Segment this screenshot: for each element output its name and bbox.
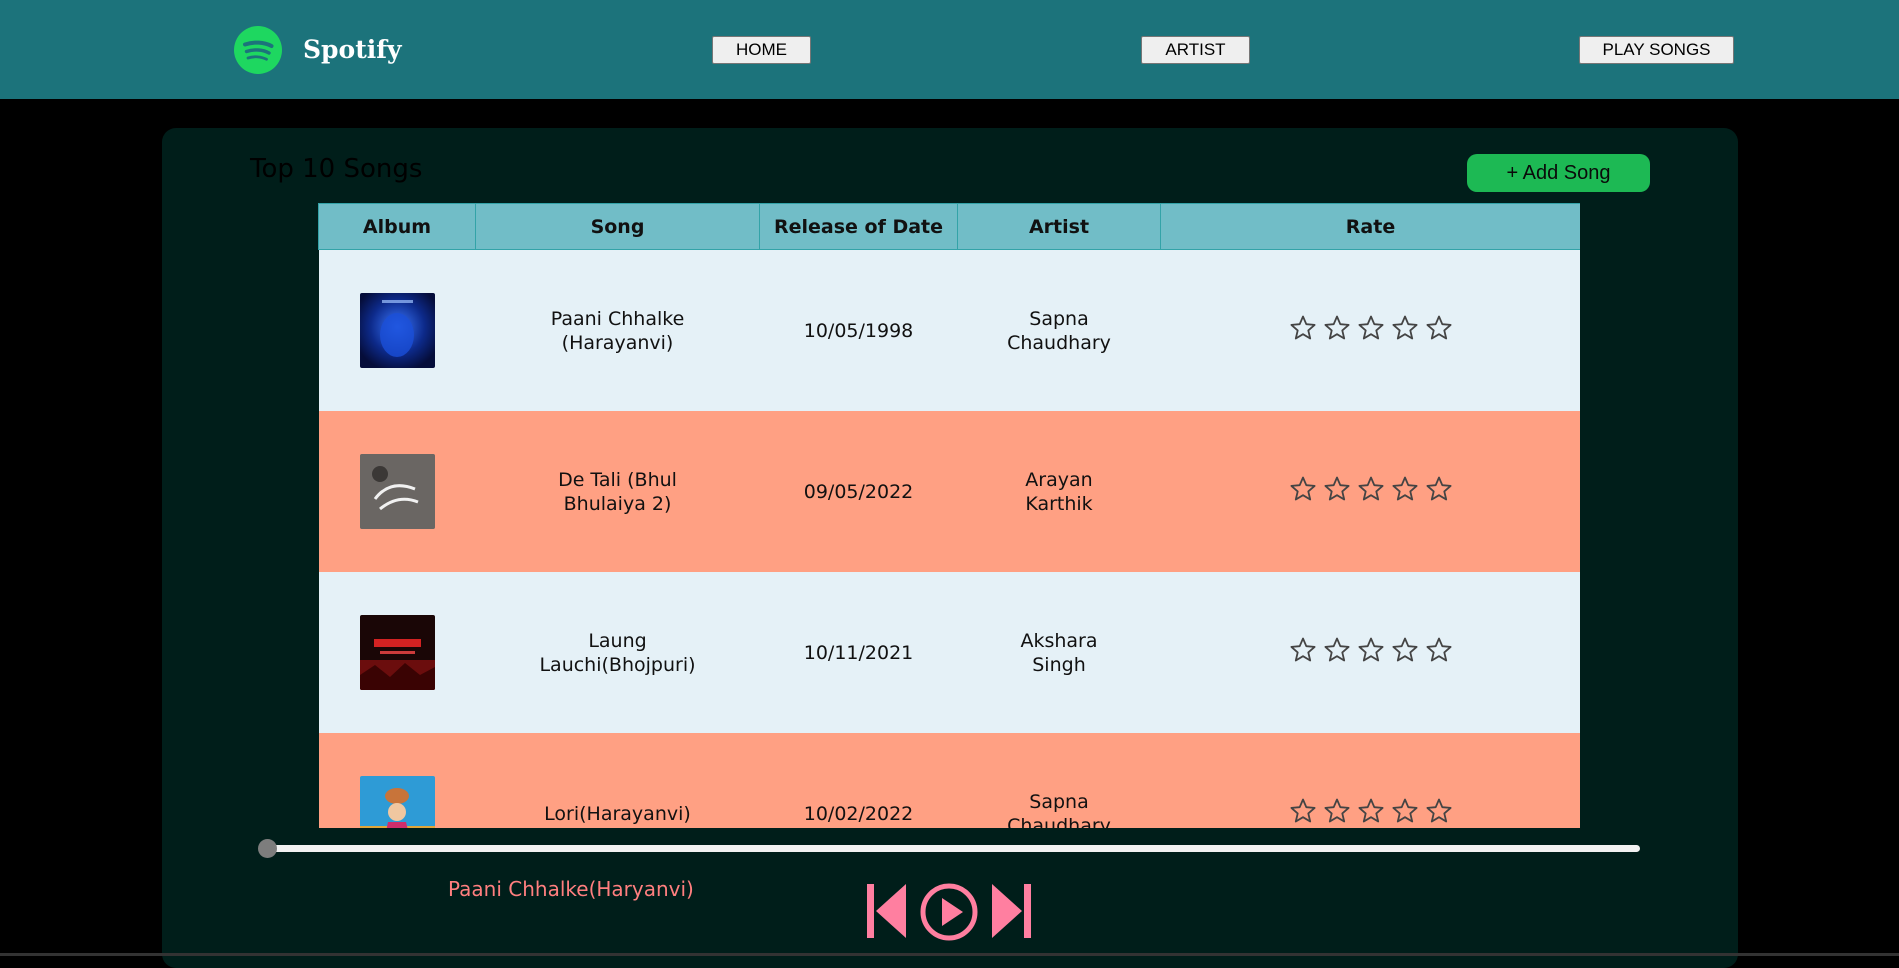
artist-cell: Akshara Singh bbox=[957, 572, 1161, 733]
star-outline-icon[interactable] bbox=[1357, 475, 1385, 503]
brand-name: Spotify bbox=[303, 35, 402, 64]
star-outline-icon[interactable] bbox=[1357, 314, 1385, 342]
table-header-row: Album Song Release of Date Artist Rate bbox=[318, 203, 1580, 250]
star-outline-icon[interactable] bbox=[1289, 475, 1317, 503]
star-outline-icon[interactable] bbox=[1425, 636, 1453, 664]
star-outline-icon[interactable] bbox=[1425, 314, 1453, 342]
table-row[interactable]: De Tali (Bhul Bhulaiya 2) 09/05/2022 Ara… bbox=[318, 411, 1580, 572]
songs-table-container[interactable]: Album Song Release of Date Artist Rate P… bbox=[318, 203, 1580, 828]
release-date-cell: 10/05/1998 bbox=[759, 249, 958, 411]
song-title-line2: Lauchi(Bhojpuri) bbox=[539, 653, 696, 676]
artist-name: Akshara bbox=[1020, 629, 1098, 652]
column-header-song: Song bbox=[475, 203, 760, 250]
column-header-artist: Artist bbox=[957, 203, 1161, 250]
song-title: De Tali (Bhul bbox=[558, 468, 677, 491]
song-cell: Paani Chhalke (Harayanvi) bbox=[475, 249, 760, 411]
rate-cell bbox=[1160, 572, 1580, 733]
album-cell bbox=[318, 249, 476, 411]
star-outline-icon[interactable] bbox=[1425, 475, 1453, 503]
artist-button[interactable]: ARTIST bbox=[1141, 36, 1250, 64]
page-title: Top 10 Songs bbox=[250, 154, 423, 184]
table-row[interactable]: Laung Lauchi(Bhojpuri) 10/11/2021 Akshar… bbox=[318, 572, 1580, 733]
artist-name: Arayan bbox=[1025, 468, 1093, 491]
column-header-release-date: Release of Date bbox=[759, 203, 958, 250]
rate-cell bbox=[1160, 733, 1580, 828]
artist-name: Sapna bbox=[1029, 307, 1089, 330]
star-outline-icon[interactable] bbox=[1425, 797, 1453, 825]
artist-cell: Sapna Chaudhary bbox=[957, 249, 1161, 411]
now-playing-title: Paani Chhalke(Haryanvi) bbox=[448, 877, 694, 901]
star-rating[interactable] bbox=[1289, 636, 1453, 664]
star-outline-icon[interactable] bbox=[1391, 475, 1419, 503]
skip-previous-icon[interactable] bbox=[866, 882, 908, 940]
star-outline-icon[interactable] bbox=[1357, 636, 1385, 664]
song-cell: Laung Lauchi(Bhojpuri) bbox=[475, 572, 760, 733]
song-title-line2: Bhulaiya 2) bbox=[563, 492, 672, 515]
play-songs-button[interactable]: PLAY SONGS bbox=[1579, 36, 1734, 64]
star-rating[interactable] bbox=[1289, 797, 1453, 825]
seek-bar[interactable] bbox=[266, 845, 1640, 852]
star-outline-icon[interactable] bbox=[1289, 314, 1317, 342]
album-cell bbox=[318, 572, 476, 733]
table-row[interactable]: Lori(Harayanvi) 10/02/2022 Sapna Chaudha… bbox=[318, 733, 1580, 829]
album-cover-image[interactable] bbox=[359, 615, 435, 690]
album-cell bbox=[318, 411, 476, 572]
play-circle-icon[interactable] bbox=[919, 882, 979, 942]
add-song-button[interactable]: + Add Song bbox=[1467, 154, 1650, 192]
song-title: Laung bbox=[588, 629, 647, 652]
top-navbar: Spotify HOME ARTIST PLAY SONGS bbox=[0, 0, 1899, 99]
home-button[interactable]: HOME bbox=[712, 36, 811, 64]
rate-cell bbox=[1160, 249, 1580, 411]
seek-bar-thumb[interactable] bbox=[258, 839, 277, 858]
column-header-rate: Rate bbox=[1160, 203, 1580, 250]
song-title-line2: (Harayanvi) bbox=[561, 331, 674, 354]
spotify-logo-icon[interactable] bbox=[234, 26, 282, 74]
songs-table: Album Song Release of Date Artist Rate P… bbox=[318, 203, 1580, 828]
star-outline-icon[interactable] bbox=[1391, 314, 1419, 342]
song-title: Lori(Harayanvi) bbox=[544, 802, 691, 825]
artist-name-line2: Karthik bbox=[1025, 492, 1093, 515]
artist-name: Sapna bbox=[1029, 790, 1089, 813]
column-header-album: Album bbox=[318, 203, 476, 250]
album-cover-image[interactable] bbox=[359, 776, 435, 828]
album-cell bbox=[318, 733, 476, 828]
star-outline-icon[interactable] bbox=[1357, 797, 1385, 825]
star-outline-icon[interactable] bbox=[1323, 797, 1351, 825]
star-outline-icon[interactable] bbox=[1323, 636, 1351, 664]
song-cell: De Tali (Bhul Bhulaiya 2) bbox=[475, 411, 760, 572]
album-cover-image[interactable] bbox=[359, 293, 435, 368]
table-row[interactable]: Paani Chhalke (Harayanvi) 10/05/1998 Sap… bbox=[318, 249, 1580, 411]
release-date-cell: 10/02/2022 bbox=[759, 733, 958, 828]
star-outline-icon[interactable] bbox=[1289, 636, 1317, 664]
star-rating[interactable] bbox=[1289, 475, 1453, 503]
skip-next-icon[interactable] bbox=[990, 882, 1032, 940]
rate-cell bbox=[1160, 411, 1580, 572]
star-outline-icon[interactable] bbox=[1323, 314, 1351, 342]
album-cover-image[interactable] bbox=[359, 454, 435, 529]
star-outline-icon[interactable] bbox=[1391, 636, 1419, 664]
star-outline-icon[interactable] bbox=[1323, 475, 1351, 503]
artist-cell: Sapna Chaudhary bbox=[957, 733, 1161, 829]
release-date-cell: 09/05/2022 bbox=[759, 411, 958, 572]
song-title: Paani Chhalke bbox=[550, 307, 685, 330]
song-cell: Lori(Harayanvi) bbox=[475, 733, 760, 828]
artist-name-line2: Singh bbox=[1032, 653, 1086, 676]
artist-name-line2: Chaudhary bbox=[1007, 814, 1111, 829]
star-outline-icon[interactable] bbox=[1391, 797, 1419, 825]
artist-name-line2: Chaudhary bbox=[1007, 331, 1111, 354]
star-outline-icon[interactable] bbox=[1289, 797, 1317, 825]
star-rating[interactable] bbox=[1289, 314, 1453, 342]
artist-cell: Arayan Karthik bbox=[957, 411, 1161, 572]
release-date-cell: 10/11/2021 bbox=[759, 572, 958, 733]
